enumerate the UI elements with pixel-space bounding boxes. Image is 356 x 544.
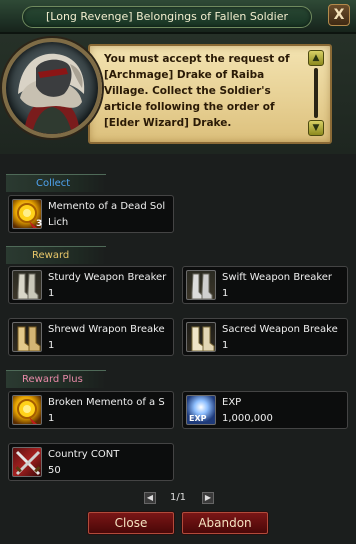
item-name: Sacred Weapon Breake	[222, 324, 338, 335]
exp-icon: EXP	[186, 395, 216, 425]
exp-icon-label: EXP	[189, 414, 207, 423]
item-quantity: 1	[48, 288, 55, 299]
gold-coin-icon	[12, 395, 42, 425]
page-indicator: 1/1	[169, 492, 187, 503]
quest-description: You must accept the request of [Archmage…	[104, 53, 290, 129]
section-reward-plus: Reward Plus	[6, 370, 106, 388]
close-window-button[interactable]: X	[328, 4, 350, 26]
scroll-up-button[interactable]: ▲	[308, 50, 324, 66]
item-name: EXP	[222, 397, 242, 408]
close-button[interactable]: Close	[88, 512, 174, 534]
item-name: Sturdy Weapon Breaker	[48, 272, 167, 283]
item-name: Memento of a Dead Sol	[48, 201, 166, 212]
item-quantity: 1	[222, 288, 229, 299]
npc-portrait	[2, 38, 102, 138]
quest-description-panel: You must accept the request of [Archmage…	[88, 44, 332, 144]
reward-plus-item[interactable]: Broken Memento of a S 1	[8, 391, 174, 429]
reward-item[interactable]: Sturdy Weapon Breaker 1	[8, 266, 174, 304]
quest-header: You must accept the request of [Archmage…	[0, 34, 356, 154]
item-name: Shrewd Wrapon Breake	[48, 324, 165, 335]
item-quantity: 50	[48, 465, 61, 476]
reward-item[interactable]: Swift Weapon Breaker 1	[182, 266, 348, 304]
reward-item[interactable]: Sacred Weapon Breake 1	[182, 318, 348, 356]
crossed-swords-icon	[12, 447, 42, 477]
description-scrollbar[interactable]: ▲ ▼	[308, 50, 324, 140]
item-quantity: 1	[48, 413, 55, 424]
prev-page-button[interactable]: ◀	[144, 492, 156, 504]
window-title: [Long Revenge] Belongings of Fallen Sold…	[22, 6, 312, 28]
reward-item[interactable]: Shrewd Wrapon Breake 1	[8, 318, 174, 356]
title-bar: [Long Revenge] Belongings of Fallen Sold…	[0, 0, 356, 34]
item-quantity: 1,000,000	[222, 413, 273, 424]
item-quantity: Lich	[48, 217, 69, 228]
section-reward: Reward	[6, 246, 106, 264]
next-page-button[interactable]: ▶	[202, 492, 214, 504]
section-collect: Collect	[6, 174, 106, 192]
boots-icon	[12, 322, 42, 352]
item-name: Broken Memento of a S	[48, 397, 165, 408]
reward-plus-item[interactable]: EXP EXP 1,000,000	[182, 391, 348, 429]
item-quantity: 1	[48, 340, 55, 351]
pagination: ◀ 1/1 ▶	[0, 492, 356, 506]
quest-window: [Long Revenge] Belongings of Fallen Sold…	[0, 0, 356, 544]
scroll-track[interactable]	[314, 68, 318, 118]
abandon-button[interactable]: Abandon	[182, 512, 268, 534]
item-quantity: 1	[222, 340, 229, 351]
item-count-badge: 3	[36, 219, 43, 229]
boots-icon	[12, 270, 42, 300]
boots-icon	[186, 322, 216, 352]
boots-icon	[186, 270, 216, 300]
reward-plus-item[interactable]: Country CONT 50	[8, 443, 174, 481]
scroll-down-button[interactable]: ▼	[308, 120, 324, 136]
soldier-portrait-icon	[18, 53, 85, 134]
item-name: Country CONT	[48, 449, 120, 460]
item-name: Swift Weapon Breaker	[222, 272, 333, 283]
collect-item[interactable]: 3 Memento of a Dead Sol Lich	[8, 195, 174, 233]
